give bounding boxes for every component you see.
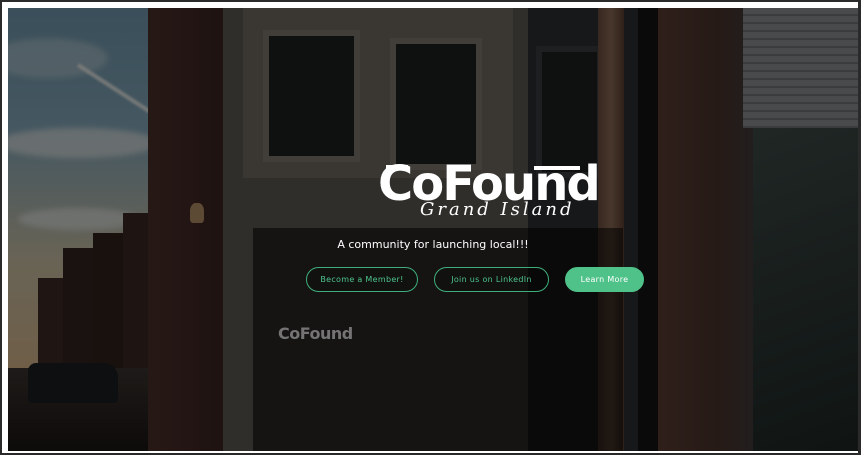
logo-underline bbox=[534, 166, 580, 170]
logo-subtitle: Grand Island bbox=[420, 199, 575, 220]
page-frame: CoFound CoFound Grand Island A community… bbox=[0, 0, 861, 455]
become-member-button[interactable]: Become a Member! bbox=[306, 267, 418, 292]
hero-background: CoFound CoFound Grand Island A community… bbox=[8, 8, 858, 451]
hero-tagline: A community for launching local!!! bbox=[337, 238, 529, 251]
logo-macron bbox=[386, 165, 408, 169]
cofound-logo[interactable]: CoFound Grand Island bbox=[374, 156, 601, 231]
linkedin-button[interactable]: Join us on LinkedIn bbox=[434, 267, 549, 292]
learn-more-button[interactable]: Learn More bbox=[565, 267, 644, 292]
storefront-sign: CoFound bbox=[278, 324, 353, 343]
